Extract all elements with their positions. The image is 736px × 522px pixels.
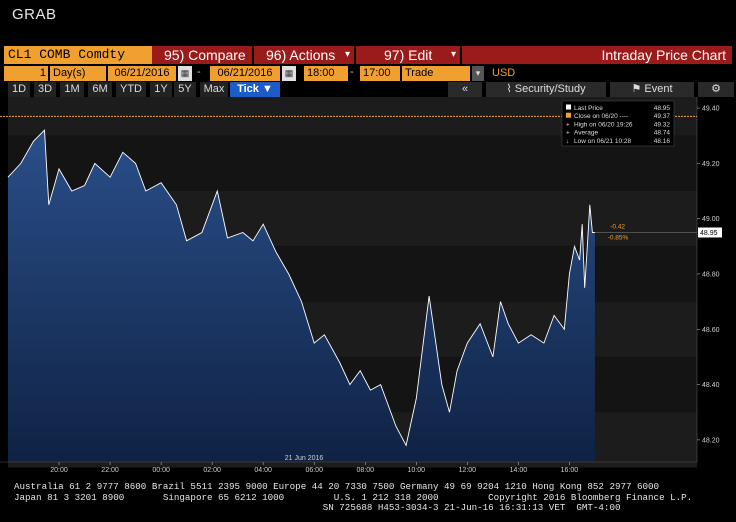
x-tick-label: 22:00 <box>101 467 119 474</box>
x-tick-label: 10:00 <box>408 467 426 474</box>
change-percent: -0.85% <box>608 234 629 241</box>
x-tick-label: 16:00 <box>561 467 579 474</box>
interval-select[interactable]: Tick ▼ <box>230 82 280 97</box>
window-title: GRAB <box>12 6 57 23</box>
legend-marker: + <box>566 121 570 128</box>
legend-label: High on 06/20 19:26 <box>574 121 633 128</box>
actions-button[interactable]: 96) Actions ▾ <box>254 46 354 64</box>
gear-icon: ⚙ <box>711 83 721 95</box>
tab-3d[interactable]: 3D <box>34 82 56 97</box>
footer-line-3: SN 725688 H453-3034-3 21-Jun-16 16:31:13… <box>14 502 621 513</box>
back-button[interactable]: « <box>448 82 482 97</box>
edit-label: Edit <box>408 47 433 63</box>
legend-marker: + <box>566 130 570 137</box>
y-tick-label: 49.40 <box>702 106 720 113</box>
actions-dropdown-icon: ▾ <box>344 49 350 60</box>
actions-label: Actions <box>289 47 336 63</box>
legend-value: 48.95 <box>654 105 671 112</box>
x-tick-label: 02:00 <box>203 467 221 474</box>
tab-6m[interactable]: 6M <box>88 82 112 97</box>
settings-button[interactable]: ⚙ <box>698 82 734 97</box>
actions-number: 96) <box>266 47 287 63</box>
security-study-button[interactable]: ⌇ Security/Study <box>486 82 606 97</box>
chart-title-bar: Intraday Price Chart <box>462 46 732 64</box>
chart-legend: Last Price 48.95 Close on 06/20 ---- 49.37 +… <box>561 100 675 147</box>
event-type-select[interactable]: Trade <box>402 66 470 81</box>
ticker-field[interactable]: CL1 COMB Comdty <box>4 46 152 64</box>
y-tick-label: 48.40 <box>702 382 720 389</box>
interval-label: Tick <box>237 83 259 95</box>
flag-icon: ⚑ <box>631 83 642 95</box>
edit-number: 97) <box>384 47 405 63</box>
edit-dropdown-icon: ▾ <box>450 49 456 60</box>
footer: Australia 61 2 9777 8600 Brazil 5511 239… <box>14 481 692 514</box>
last-price-tag: 48.95 <box>698 227 722 238</box>
y-tick-label: 48.60 <box>702 327 720 334</box>
range-tabs: 1D 3D 1M 6M YTD 1Y 5Y Max Tick ▼ <box>8 82 280 97</box>
currency-label: USD <box>492 67 516 79</box>
change-absolute: -0.42 <box>610 223 625 230</box>
start-time-field[interactable]: 18:00 <box>304 66 348 81</box>
x-tick-label: 06:00 <box>305 467 323 474</box>
period-unit-select[interactable]: Day(s) <box>50 66 106 81</box>
x-tick-label: 14:00 <box>510 467 528 474</box>
y-tick-label: 49.20 <box>702 161 720 168</box>
chart-toolbar: « ⌇ Security/Study ⚑ Event ⚙ <box>448 82 734 97</box>
y-tick-label: 48.20 <box>702 437 720 444</box>
compare-label: Compare <box>188 47 246 63</box>
legend-label: Average <box>574 130 598 137</box>
legend-value: 49.37 <box>654 113 671 120</box>
start-calendar-icon[interactable]: ▦ <box>178 66 192 81</box>
end-date-field[interactable]: 06/21/2016 <box>210 66 280 81</box>
chart-title: Intraday Price Chart <box>601 47 727 63</box>
tab-5y[interactable]: 5Y <box>174 82 196 97</box>
tab-max[interactable]: Max <box>200 82 228 97</box>
compare-button[interactable]: 95) Compare <box>152 46 252 64</box>
legend-label: Low on 06/21 10:28 <box>574 138 631 145</box>
tab-ytd[interactable]: YTD <box>116 82 146 97</box>
date-separator: - <box>197 66 201 78</box>
compare-number: 95) <box>164 47 185 63</box>
chart-line-icon: ⌇ <box>506 83 512 95</box>
last-price-tag-text: 48.95 <box>700 230 718 237</box>
x-tick-label: 04:00 <box>254 467 272 474</box>
edit-button[interactable]: 97) Edit ▾ <box>356 46 460 64</box>
legend-label: Close on 06/20 ---- <box>574 113 628 120</box>
event-label: Event <box>644 83 673 95</box>
price-chart: 49.40 49.20 49.00 48.80 48.60 48.40 48.20 20:0… <box>0 97 736 474</box>
legend-value: 49.32 <box>654 121 671 128</box>
end-time-field[interactable]: 17:00 <box>360 66 400 81</box>
event-type-dropdown-icon[interactable]: ▾ <box>472 66 484 81</box>
legend-value: 48.74 <box>654 130 671 137</box>
y-tick-label: 48.80 <box>702 271 720 278</box>
x-tick-label: 20:00 <box>50 467 68 474</box>
legend-swatch <box>566 104 571 110</box>
legend-marker: ↓ <box>566 138 569 145</box>
y-tick-label: 49.00 <box>702 216 720 223</box>
period-count-field[interactable]: 1 <box>4 66 48 81</box>
time-separator: - <box>350 66 354 78</box>
security-study-label: Security/Study <box>514 83 586 95</box>
footer-line-1: Australia 61 2 9777 8600 Brazil 5511 239… <box>14 481 660 492</box>
end-calendar-icon[interactable]: ▦ <box>282 66 296 81</box>
legend-label: Last Price <box>574 105 603 112</box>
date-marker: 21 Jun 2016 <box>285 455 324 462</box>
start-date-field[interactable]: 06/21/2016 <box>108 66 176 81</box>
x-tick-label: 00:00 <box>152 467 170 474</box>
legend-swatch <box>566 112 571 118</box>
legend-value: 48.16 <box>654 138 671 145</box>
tab-1y[interactable]: 1Y <box>150 82 172 97</box>
event-button[interactable]: ⚑ Event <box>610 82 694 97</box>
x-tick-label: 12:00 <box>459 467 477 474</box>
x-tick-label: 08:00 <box>356 467 374 474</box>
tab-1d[interactable]: 1D <box>8 82 30 97</box>
tab-1m[interactable]: 1M <box>60 82 84 97</box>
